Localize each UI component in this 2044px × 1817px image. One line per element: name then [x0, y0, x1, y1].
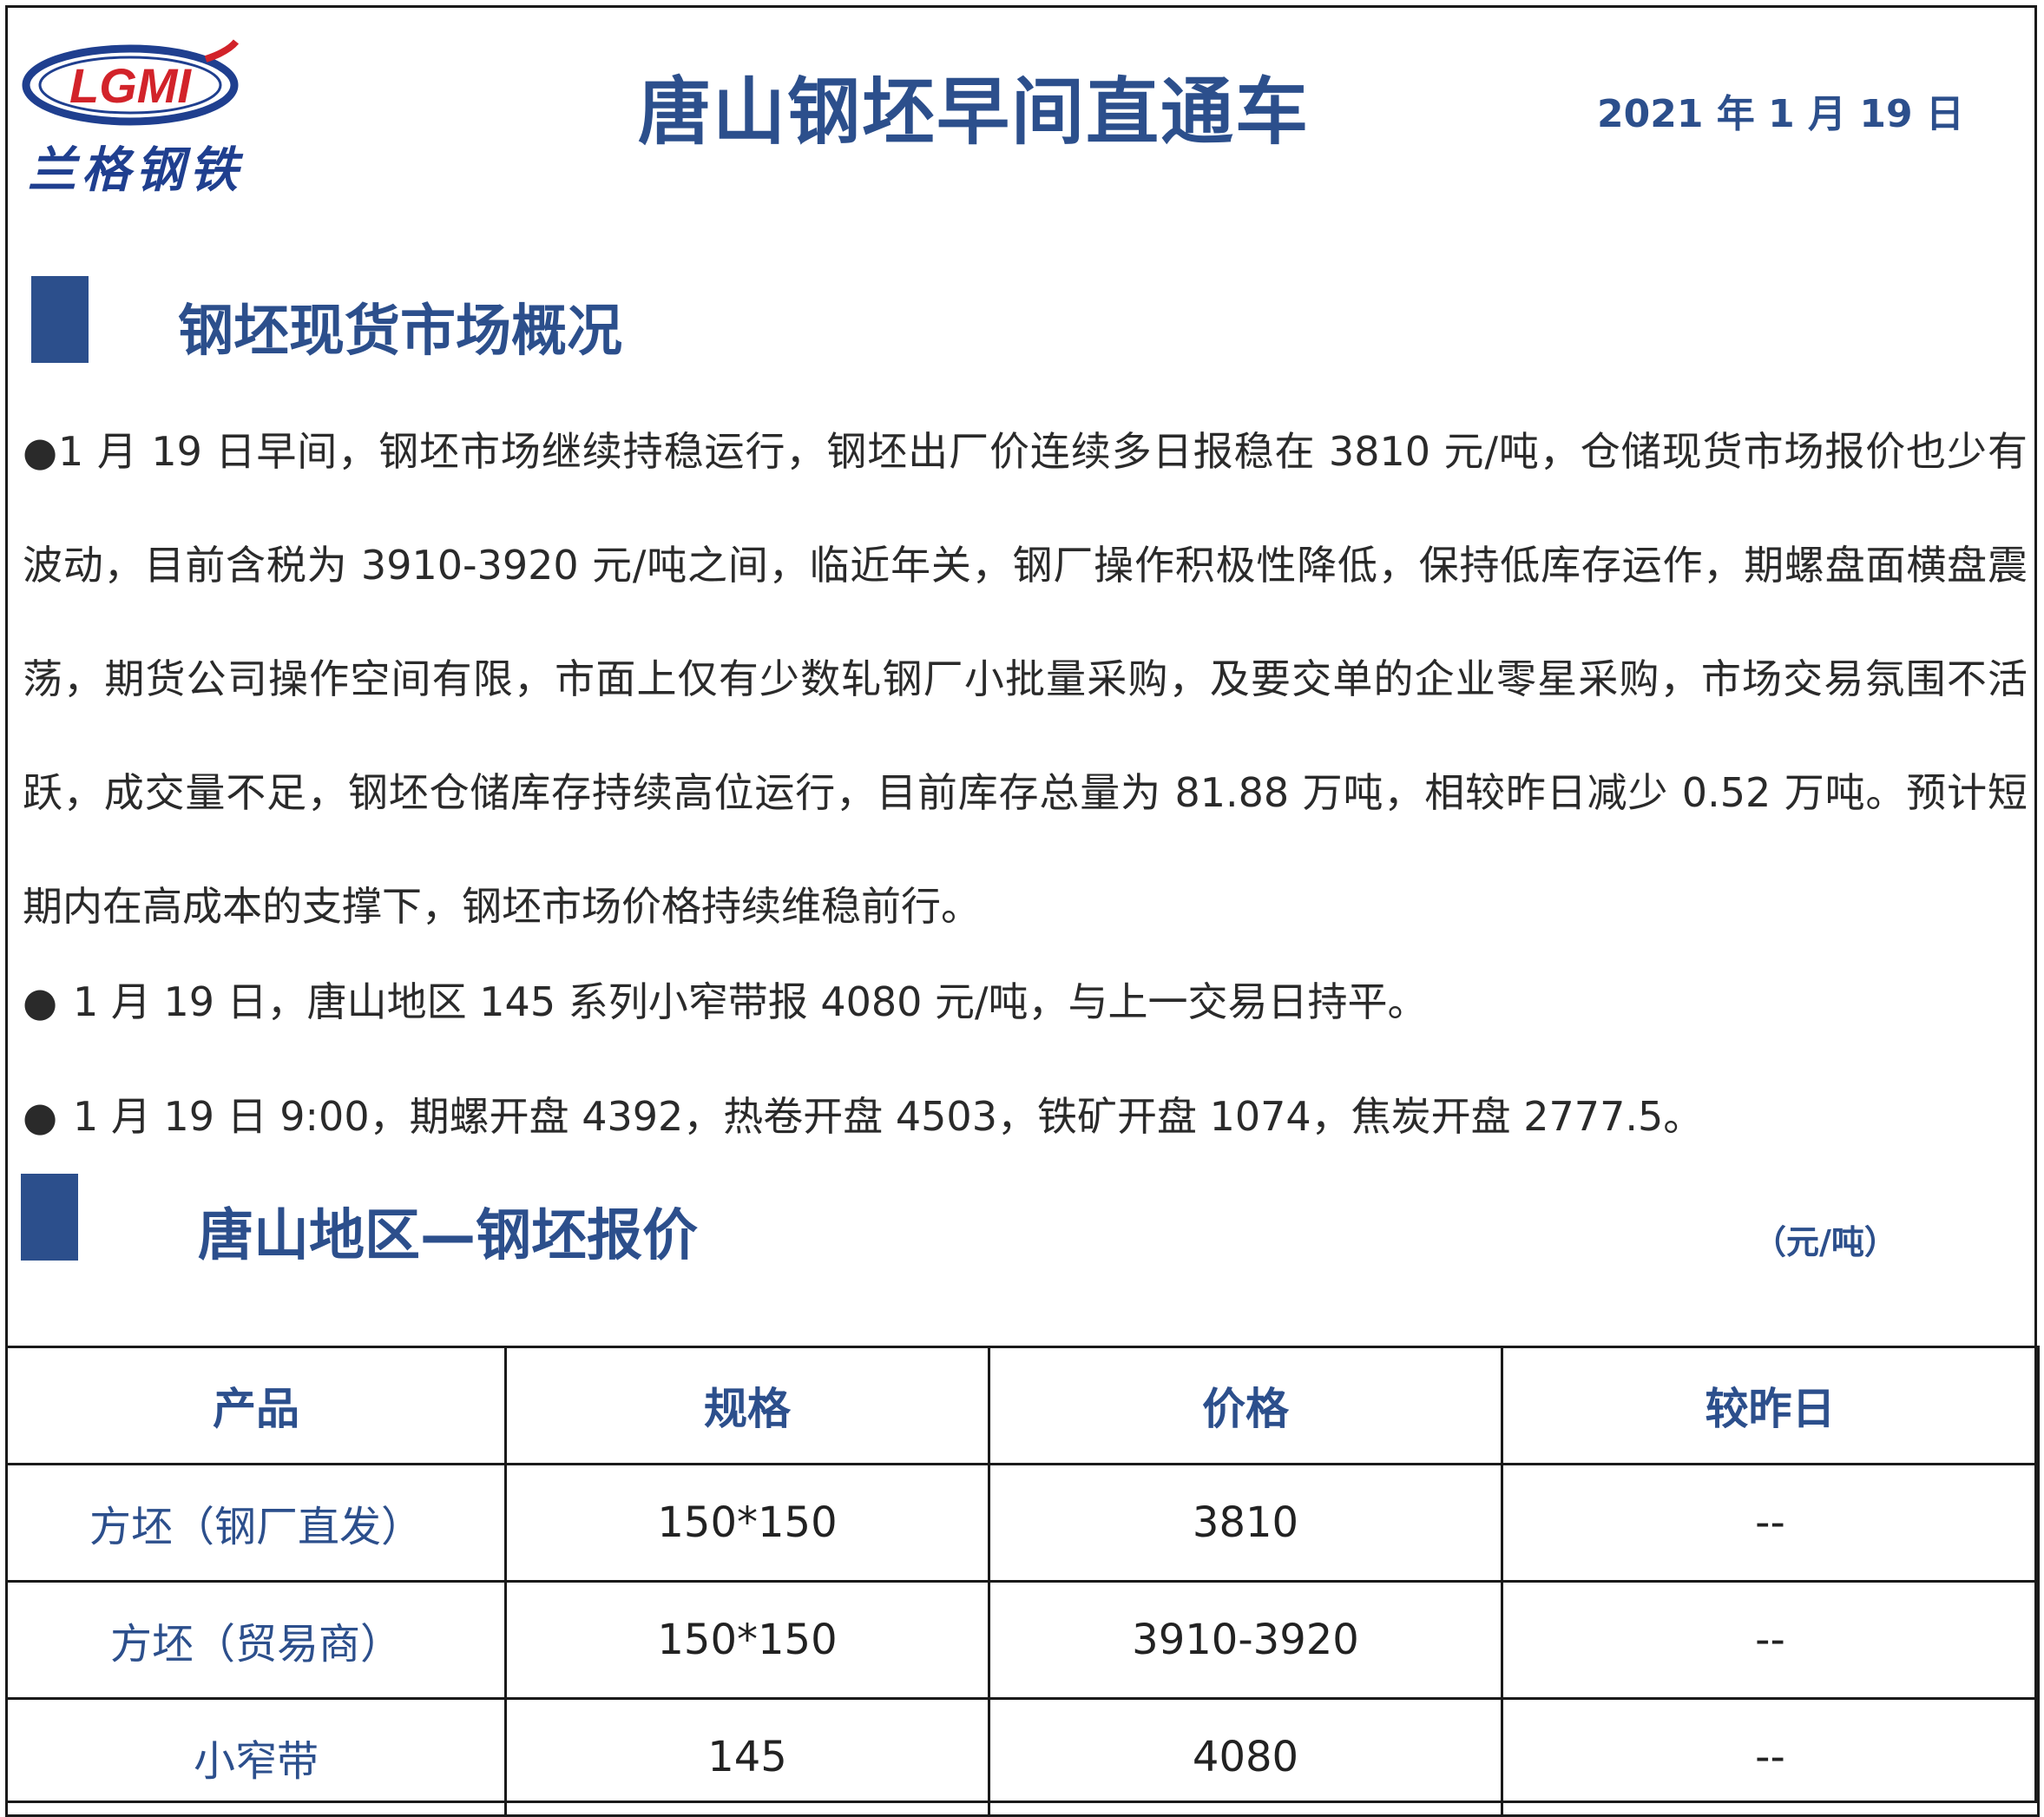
- bullet-item: ● 1 月 19 日 9:00，期螺开盘 4392，热卷开盘 4503，铁矿开盘 …: [23, 1085, 1703, 1142]
- bullet-dot-icon: ●: [23, 978, 58, 1025]
- column-header-price: 价格: [988, 1346, 1503, 1465]
- price-cell: 3910-3920: [988, 1580, 1503, 1700]
- table-row: 小窄带 145 4080 --: [5, 1697, 2040, 1817]
- section-title-market-overview: 钢坯现货市场概况: [178, 300, 622, 364]
- report-date: 2021 年 1 月 19 日: [1597, 92, 1964, 136]
- page-title: 唐山钢坯早间直通车: [638, 69, 1311, 155]
- logo-caption-text: 兰格钢铁: [28, 142, 244, 199]
- table-row: 方坯（钢厂直发） 150*150 3810 --: [5, 1463, 2040, 1583]
- table-header-row: 产品 规格 价格 较昨日: [5, 1346, 2040, 1465]
- bullet-dot-icon: ●: [23, 1093, 58, 1140]
- change-cell: --: [1501, 1697, 2040, 1817]
- product-cell: 方坯（贸易商）: [5, 1580, 507, 1700]
- column-header-change: 较昨日: [1501, 1346, 2040, 1465]
- spec-cell: 150*150: [504, 1580, 990, 1700]
- section-marker-bar: [31, 276, 89, 363]
- column-header-spec: 规格: [504, 1346, 990, 1465]
- market-overview-paragraph: ●1 月 19 日早间，钢坯市场继续持稳运行，钢坯出厂价连续多日报稳在 3810…: [23, 428, 2028, 930]
- lgmi-logo: LGMI 兰格钢铁: [19, 35, 253, 200]
- price-table: 产品 规格 价格 较昨日 方坯（钢厂直发） 150*150 3810 -- 方坯…: [5, 1346, 2040, 1817]
- change-cell: --: [1501, 1580, 2040, 1700]
- spec-cell: 150*150: [504, 1463, 990, 1583]
- price-cell: 3810: [988, 1463, 1503, 1583]
- bullet-text: 1 月 19 日 9:00，期螺开盘 4392，热卷开盘 4503，铁矿开盘 1…: [73, 1093, 1704, 1140]
- bullet-text: 1 月 19 日，唐山地区 145 系列小窄带报 4080 元/吨，与上一交易日…: [73, 978, 1428, 1025]
- product-cell: 小窄带: [5, 1697, 507, 1817]
- logo-mark-text: LGMI: [69, 58, 192, 113]
- product-cell: 方坯（钢厂直发）: [5, 1463, 507, 1583]
- table-row: 方坯（贸易商） 150*150 3910-3920 --: [5, 1580, 2040, 1700]
- section-marker-bar: [21, 1174, 78, 1261]
- price-unit-label: （元/吨）: [1753, 1223, 1897, 1261]
- column-header-product: 产品: [5, 1346, 507, 1465]
- bullet-item: ● 1 月 19 日，唐山地区 145 系列小窄带报 4080 元/吨，与上一交易…: [23, 971, 1428, 1028]
- spec-cell: 145: [504, 1697, 990, 1817]
- section-title-tangshan-prices: 唐山地区—钢坯报价: [198, 1204, 698, 1268]
- price-cell: 4080: [988, 1697, 1503, 1817]
- change-cell: --: [1501, 1463, 2040, 1583]
